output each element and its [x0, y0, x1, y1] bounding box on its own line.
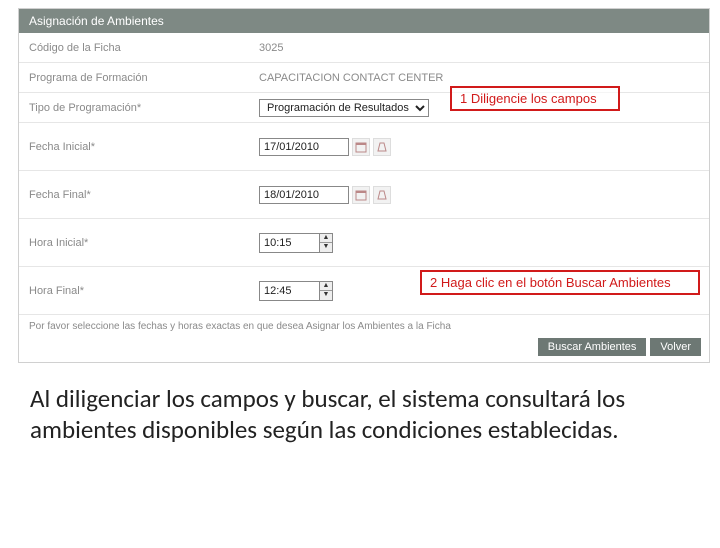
label-fecha-inicial: Fecha Inicial*: [29, 141, 259, 153]
input-fecha-final[interactable]: [259, 186, 349, 204]
chevron-down-icon[interactable]: ▼: [320, 243, 332, 252]
action-bar: Buscar Ambientes Volver: [19, 334, 709, 362]
chevron-up-icon[interactable]: ▲: [320, 234, 332, 244]
label-tipo-programacion: Tipo de Programación*: [29, 102, 259, 114]
calendar-icon[interactable]: [352, 138, 370, 156]
spinner-hora-final[interactable]: ▲ ▼: [319, 281, 333, 301]
input-hora-final[interactable]: [259, 281, 319, 301]
value-codigo-ficha: 3025: [259, 42, 283, 54]
clear-date-icon[interactable]: [373, 138, 391, 156]
spinner-hora-inicial[interactable]: ▲ ▼: [319, 233, 333, 253]
label-hora-inicial: Hora Inicial*: [29, 237, 259, 249]
input-fecha-inicial[interactable]: [259, 138, 349, 156]
calendar-icon[interactable]: [352, 186, 370, 204]
label-hora-final: Hora Final*: [29, 285, 259, 297]
label-programa: Programa de Formación: [29, 72, 259, 84]
footer-note: Por favor seleccione las fechas y horas …: [19, 315, 709, 334]
chevron-up-icon[interactable]: ▲: [320, 282, 332, 292]
label-fecha-final: Fecha Final*: [29, 189, 259, 201]
buscar-ambientes-button[interactable]: Buscar Ambientes: [538, 338, 647, 356]
clear-date-icon[interactable]: [373, 186, 391, 204]
input-hora-inicial[interactable]: [259, 233, 319, 253]
panel-title: Asignación de Ambientes: [19, 9, 709, 33]
label-codigo-ficha: Código de la Ficha: [29, 42, 259, 54]
value-programa: CAPACITACION CONTACT CENTER: [259, 72, 443, 84]
slide-caption: Al diligenciar los campos y buscar, el s…: [30, 383, 696, 446]
form-panel: Asignación de Ambientes Código de la Fic…: [18, 8, 710, 363]
select-tipo-programacion[interactable]: Programación de Resultados: [259, 99, 429, 117]
row-fecha-inicial: Fecha Inicial*: [19, 123, 709, 171]
annotation-1: 1 Diligencie los campos: [450, 86, 620, 111]
row-fecha-final: Fecha Final*: [19, 171, 709, 219]
row-hora-inicial: Hora Inicial* ▲ ▼: [19, 219, 709, 267]
volver-button[interactable]: Volver: [650, 338, 701, 356]
row-codigo-ficha: Código de la Ficha 3025: [19, 33, 709, 63]
chevron-down-icon[interactable]: ▼: [320, 291, 332, 300]
annotation-2: 2 Haga clic en el botón Buscar Ambientes: [420, 270, 700, 295]
